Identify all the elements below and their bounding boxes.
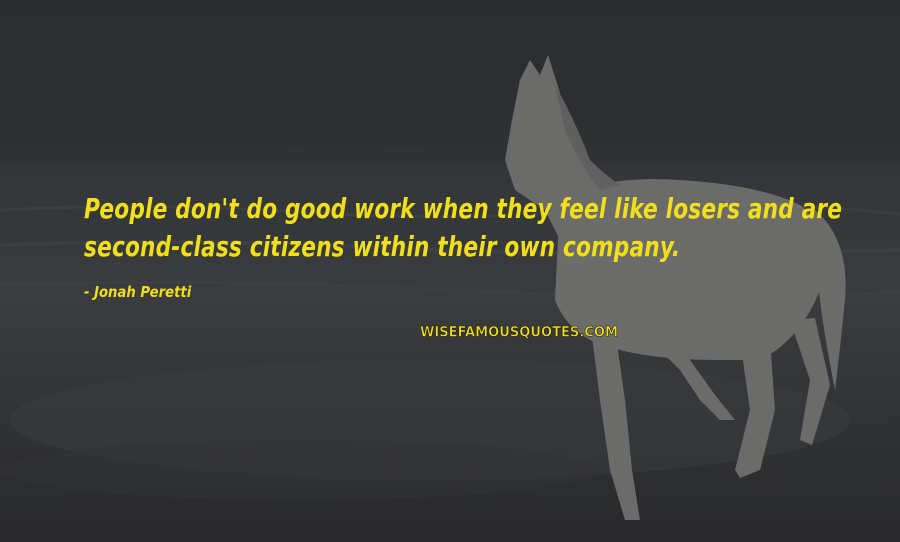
watermark-text: WISEFAMOUSQUOTES.COM [420,325,618,341]
dark-overlay [0,0,900,542]
quote-text: People don't do good work when they feel… [84,190,842,266]
wisefamousquotes-watermark: WISEFAMOUSQUOTES.COM [420,324,619,341]
background-photo [0,0,900,542]
quote-card: People don't do good work when they feel… [0,0,900,542]
quote-line-1: People don't do good work when they feel… [84,192,843,225]
quote-author: - Jonah Peretti [84,283,192,301]
quote-line-2: second-class citizens within their own c… [84,230,681,263]
